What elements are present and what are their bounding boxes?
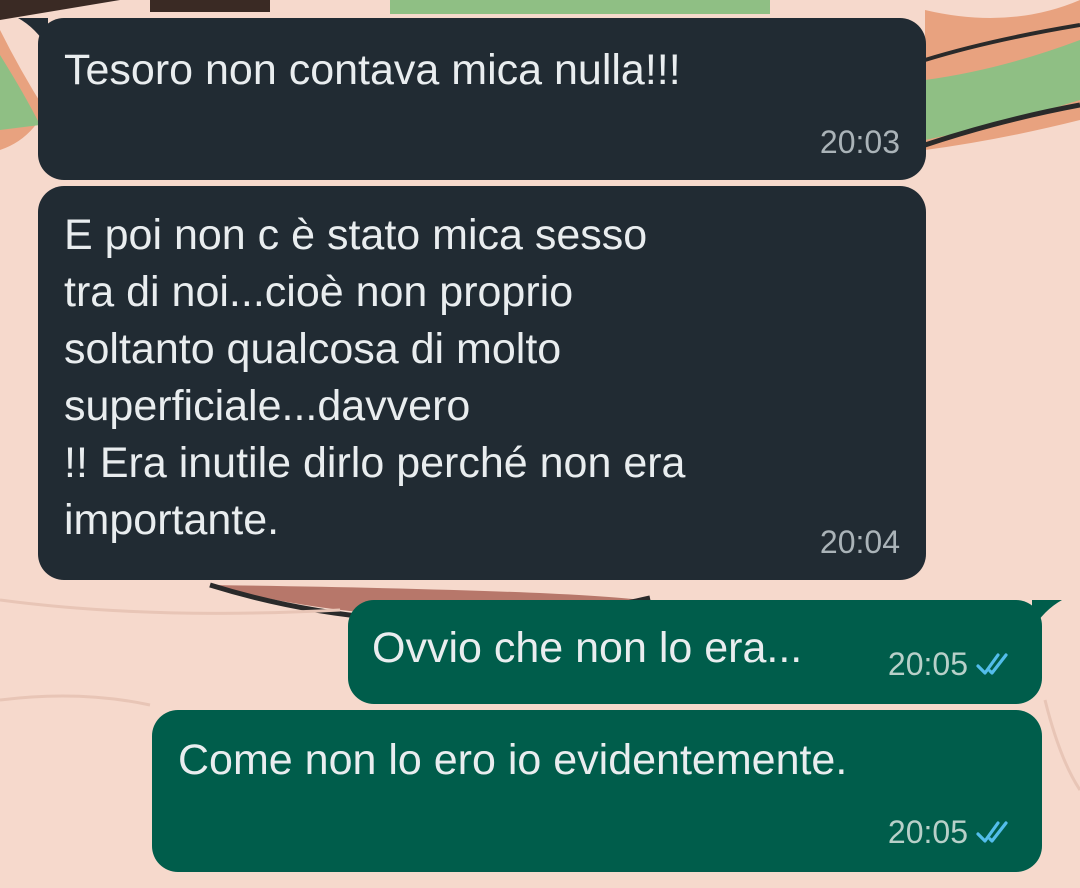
incoming-message-bubble[interactable]: E poi non c è stato mica sesso tra di no…: [38, 186, 926, 580]
incoming-message-bubble[interactable]: Tesoro non contava mica nulla!!! 20:03: [18, 18, 926, 180]
double-check-read-icon: [976, 821, 1008, 843]
message-time: 20:05: [887, 814, 968, 850]
message-time: 20:04: [819, 524, 900, 560]
bubble-tail-icon: [18, 18, 48, 48]
message-meta: 20:03: [820, 122, 900, 162]
message-text: Tesoro non contava mica nulla!!!: [64, 46, 681, 94]
message-text: Come non lo ero io evidentemente.: [178, 736, 848, 784]
message-meta: 20:04: [820, 522, 900, 562]
bubble-tail-icon: [1032, 600, 1062, 630]
message-meta: 20:05: [888, 812, 1020, 852]
message-text: E poi non c è stato mica sesso tra di no…: [64, 211, 686, 544]
message-time: 20:03: [819, 124, 900, 160]
message-text: Ovvio che non lo era...: [372, 624, 803, 672]
message-meta: 20:05: [888, 644, 1020, 684]
outgoing-message-bubble[interactable]: Ovvio che non lo era... 20:05: [348, 600, 1062, 704]
message-time: 20:05: [887, 646, 968, 682]
double-check-read-icon: [976, 653, 1008, 675]
outgoing-message-bubble[interactable]: Come non lo ero io evidentemente. 20:05: [152, 710, 1042, 872]
